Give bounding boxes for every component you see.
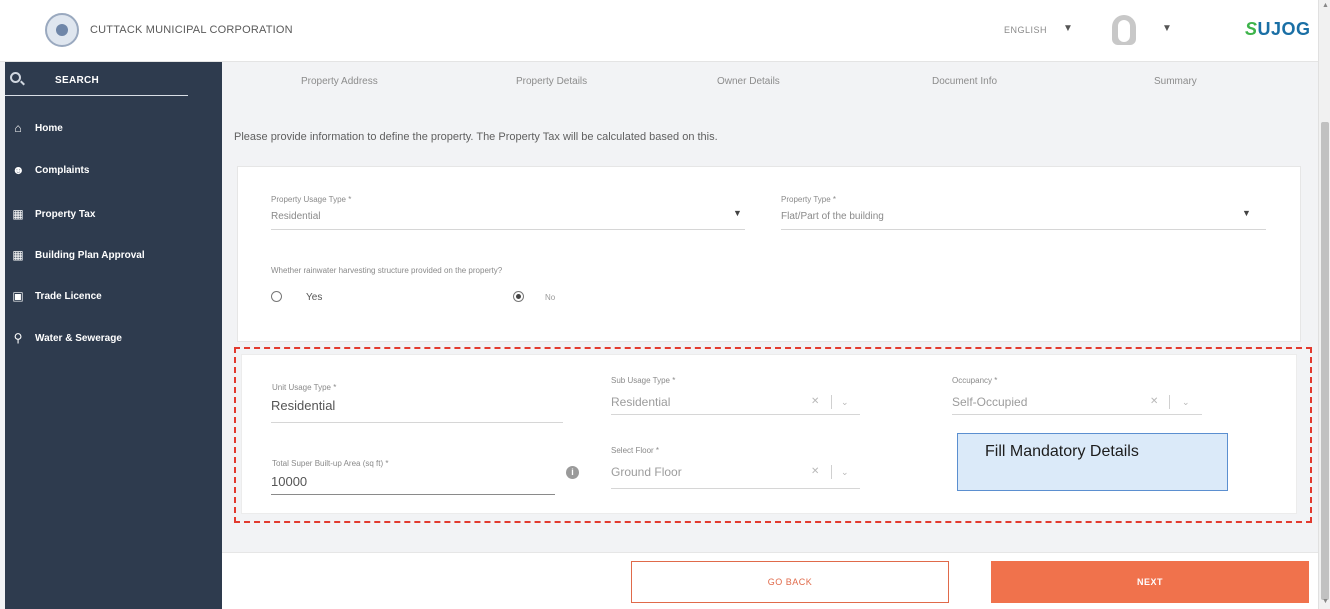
property-type-underline: [781, 229, 1266, 230]
property-type-label: Property Type *: [781, 195, 836, 204]
user-avatar-icon[interactable]: [1112, 15, 1136, 45]
scroll-down-arrow-icon[interactable]: ▼: [1322, 598, 1329, 605]
sidebar-item-label: Home: [35, 123, 63, 134]
sidebar-item-label: Water & Sewerage: [35, 333, 122, 344]
usage-type-dropdown-icon[interactable]: ▼: [733, 208, 742, 218]
search-label: SEARCH: [55, 75, 100, 86]
sidebar-item-home[interactable]: ⌂ Home: [5, 114, 222, 144]
scroll-up-arrow-icon[interactable]: ▲: [1322, 2, 1329, 9]
page-scrollbar[interactable]: ▲ ▼: [1318, 0, 1330, 609]
rainwater-no-label[interactable]: No: [545, 293, 555, 302]
corporation-logo-icon: [45, 13, 79, 47]
step-owner-details[interactable]: Owner Details: [717, 76, 780, 87]
callout-text: Fill Mandatory Details: [985, 443, 1139, 460]
sidebar-item-trade-licence[interactable]: ▣ Trade Licence: [5, 282, 222, 312]
step-document-info[interactable]: Document Info: [932, 76, 997, 87]
property-details-card: [237, 166, 1301, 342]
usage-type-select[interactable]: Residential: [271, 211, 320, 222]
sidebar-item-label: Trade Licence: [35, 291, 102, 302]
next-button[interactable]: NEXT: [991, 561, 1309, 603]
step-property-details[interactable]: Property Details: [516, 76, 587, 87]
brand-rest: UJOG: [1257, 19, 1311, 39]
intro-text: Please provide information to define the…: [234, 131, 718, 143]
rainwater-yes-radio[interactable]: [271, 291, 282, 302]
top-header: CUTTACK MUNICIPAL CORPORATION ENGLISH ▼ …: [0, 0, 1318, 62]
sidebar-item-water-sewerage[interactable]: ⚲ Water & Sewerage: [5, 324, 222, 354]
rainwater-question: Whether rainwater harvesting structure p…: [271, 266, 503, 275]
usage-type-underline: [271, 229, 745, 230]
brand-logo: SUJOG: [1245, 19, 1311, 40]
sidebar-item-label: Complaints: [35, 165, 90, 176]
go-back-button[interactable]: GO BACK: [631, 561, 949, 603]
water-tap-icon: ⚲: [13, 331, 23, 345]
sidebar: SEARCH ⌂ Home ☻ Complaints ▦ Property Ta…: [5, 62, 222, 609]
sidebar-item-label: Property Tax: [35, 209, 96, 220]
usage-type-label: Property Usage Type *: [271, 195, 352, 204]
home-icon: ⌂: [14, 121, 22, 135]
sidebar-item-complaints[interactable]: ☻ Complaints: [5, 156, 222, 186]
scroll-thumb[interactable]: [1321, 122, 1329, 600]
complaints-icon: ☻: [12, 163, 25, 177]
sidebar-search[interactable]: SEARCH: [5, 62, 188, 96]
rainwater-yes-label[interactable]: Yes: [306, 292, 322, 303]
language-selector[interactable]: ENGLISH: [1004, 25, 1047, 35]
building-plan-icon: ▦: [12, 248, 24, 262]
rainwater-no-radio[interactable]: [513, 291, 524, 302]
brand-prefix: S: [1245, 19, 1258, 39]
user-menu-caret-icon[interactable]: ▼: [1162, 23, 1172, 34]
app-page: CUTTACK MUNICIPAL CORPORATION ENGLISH ▼ …: [0, 0, 1330, 609]
property-type-select[interactable]: Flat/Part of the building: [781, 211, 884, 222]
trade-licence-icon: ▣: [12, 289, 24, 303]
step-property-address[interactable]: Property Address: [301, 76, 378, 87]
search-icon[interactable]: [10, 72, 21, 83]
property-tax-icon: ▦: [12, 207, 24, 221]
mandatory-callout: Fill Mandatory Details: [957, 433, 1228, 491]
sidebar-item-label: Building Plan Approval: [35, 250, 145, 261]
sidebar-item-property-tax[interactable]: ▦ Property Tax: [5, 200, 222, 230]
property-type-dropdown-icon[interactable]: ▼: [1242, 208, 1251, 218]
step-summary[interactable]: Summary: [1154, 76, 1197, 87]
org-name: CUTTACK MUNICIPAL CORPORATION: [90, 24, 293, 36]
sidebar-item-building-plan[interactable]: ▦ Building Plan Approval: [5, 241, 222, 271]
language-caret-icon[interactable]: ▼: [1063, 23, 1073, 34]
